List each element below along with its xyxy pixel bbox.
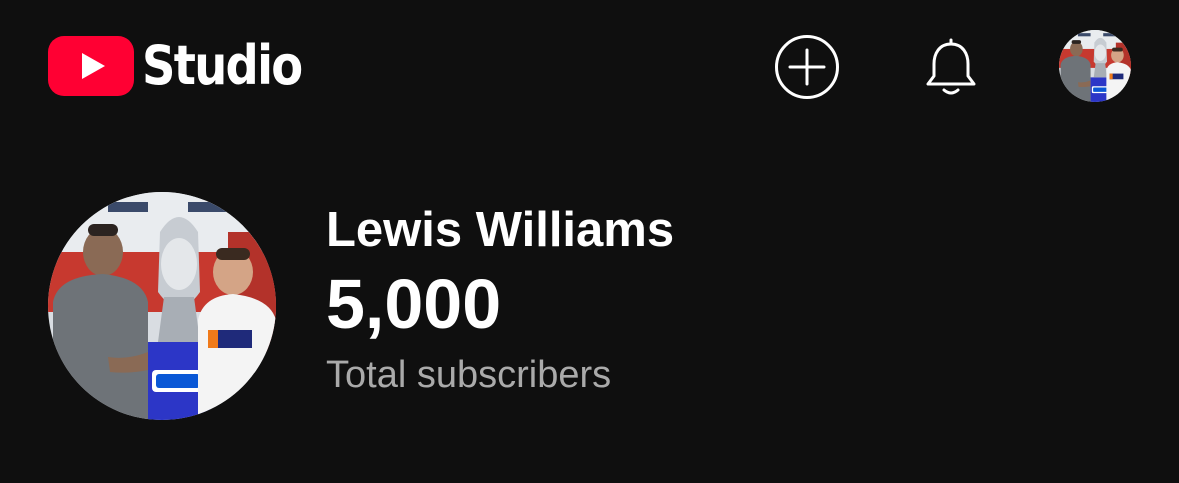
channel-info: Lewis Williams 5,000 Total subscribers xyxy=(326,200,674,400)
subscriber-count: 5,000 xyxy=(326,265,502,343)
youtube-studio-logo[interactable]: Studio xyxy=(48,34,327,98)
channel-avatar xyxy=(48,192,276,420)
account-avatar[interactable] xyxy=(1059,30,1131,102)
channel-name: Lewis Williams xyxy=(326,203,675,257)
top-bar: Studio xyxy=(0,0,1179,140)
create-button[interactable] xyxy=(774,34,840,100)
notifications-button[interactable] xyxy=(918,34,984,100)
bell-icon xyxy=(926,38,976,95)
subscriber-label: Total subscribers xyxy=(326,354,612,396)
avatar xyxy=(1059,30,1131,102)
plus-circle-icon xyxy=(775,35,839,99)
channel-avatar-image xyxy=(48,192,276,420)
logo-text: Studio xyxy=(142,34,303,97)
youtube-play-icon xyxy=(48,36,134,96)
